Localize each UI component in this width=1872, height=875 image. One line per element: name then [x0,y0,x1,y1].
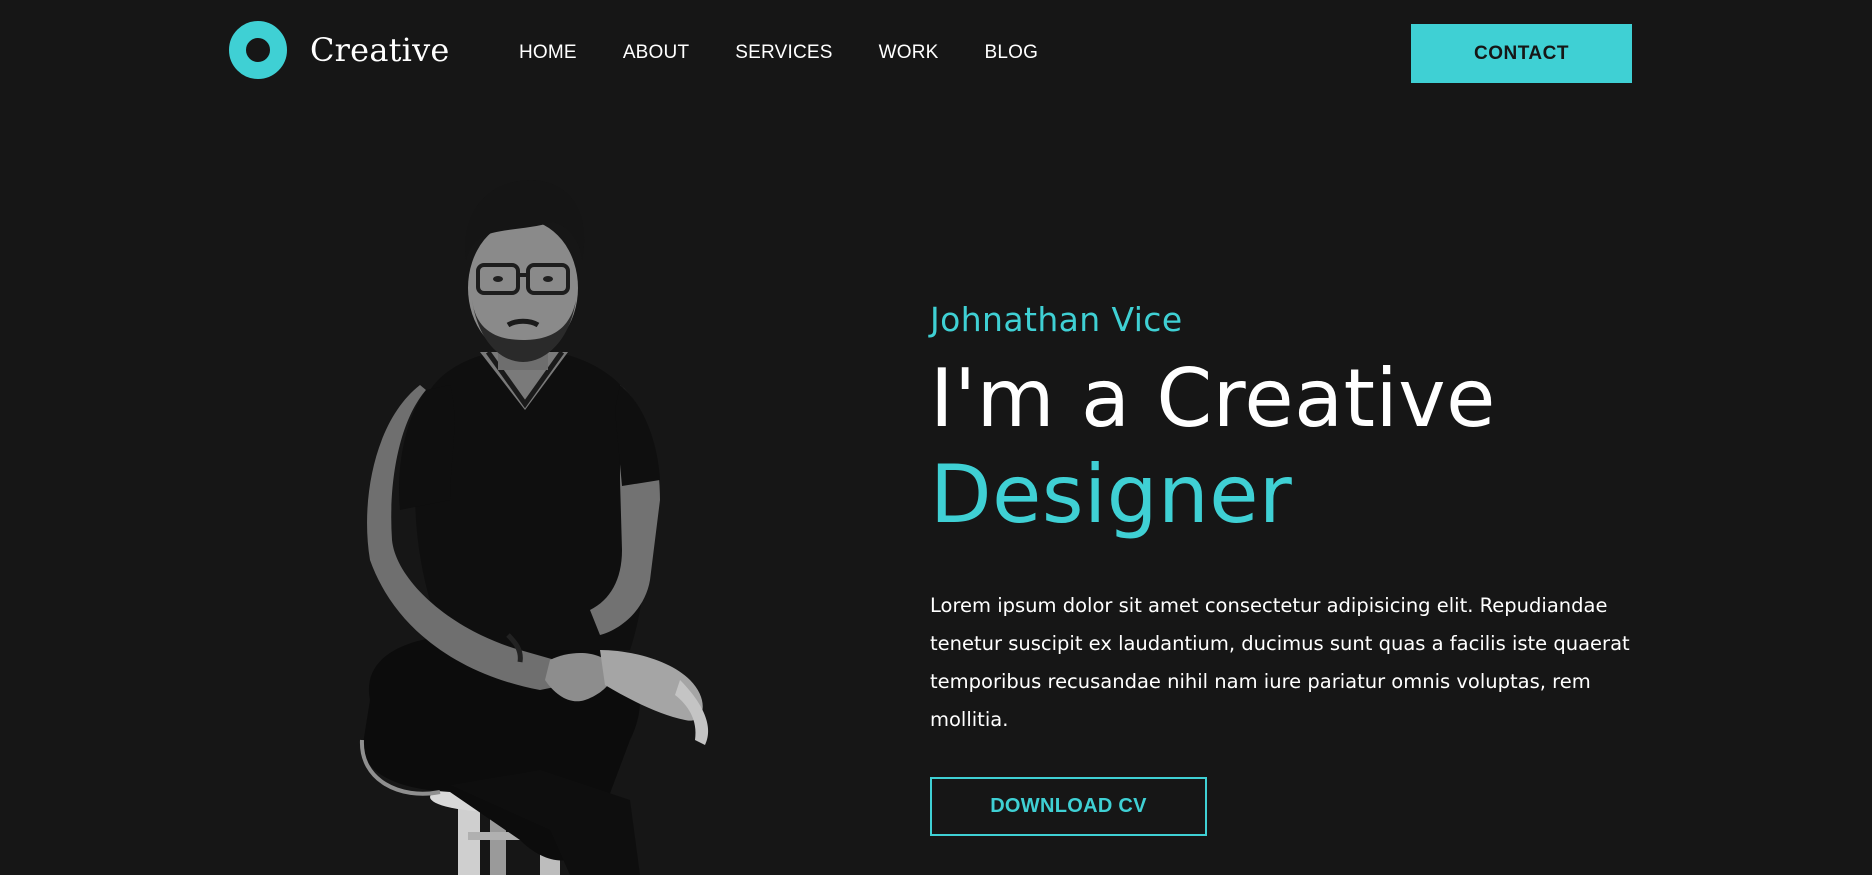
head [465,180,585,370]
hero-title-line1: I'm a Creative [930,352,1496,445]
nav-item-work[interactable]: WORK [879,42,939,64]
download-cv-button[interactable]: DOWNLOAD CV [930,777,1207,836]
hero-section: Johnathan Vice I'm a Creative Designer L… [930,300,1630,836]
contact-button[interactable]: CONTACT [1411,24,1632,83]
hero-name: Johnathan Vice [930,300,1183,339]
main-nav: HOME ABOUT SERVICES WORK BLOG [519,42,1084,64]
brand-logo[interactable]: Creative [229,21,450,79]
nav-item-home[interactable]: HOME [519,42,577,64]
landing-page: Creative HOME ABOUT SERVICES WORK BLOG C… [0,0,1872,875]
hero-title-line2: Designer [930,448,1293,541]
hero-description: Lorem ipsum dolor sit amet consectetur a… [930,594,1630,731]
nav-item-blog[interactable]: BLOG [985,42,1039,64]
hero-title: I'm a Creative Designer [930,351,1630,543]
nav-item-services[interactable]: SERVICES [735,42,832,64]
ring-logo-icon [229,21,287,79]
nav-item-about[interactable]: ABOUT [623,42,689,64]
brand-name: Creative [310,31,450,69]
portrait-photo [359,180,709,875]
